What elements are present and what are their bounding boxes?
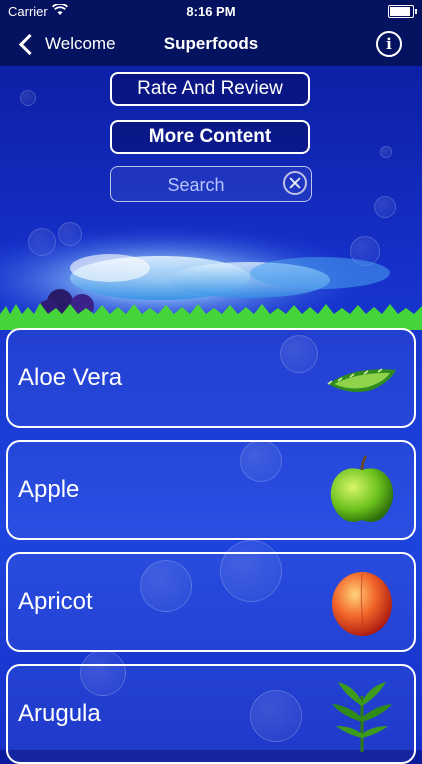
rate-and-review-button[interactable]: Rate And Review <box>110 72 310 106</box>
info-button[interactable]: i <box>376 31 402 57</box>
clock-time: 8:16 PM <box>186 3 236 19</box>
clear-search-icon[interactable] <box>283 171 307 195</box>
bubble-decoration <box>374 196 396 218</box>
list-item[interactable]: Aloe Vera <box>6 328 416 428</box>
apricot-icon <box>332 572 392 636</box>
list-item-label: Arugula <box>18 700 101 727</box>
bubble-decoration <box>380 146 392 158</box>
list-item[interactable]: Apple <box>6 440 416 540</box>
battery-icon <box>388 5 417 18</box>
list-item[interactable]: Arugula <box>6 664 416 764</box>
page-title: Superfoods <box>163 34 259 53</box>
navigation-bar: Welcome Superfoods i <box>0 22 422 66</box>
apple-icon <box>330 455 394 522</box>
arugula-icon <box>332 682 392 752</box>
list-item-label: Apple <box>18 476 80 503</box>
aloe-vera-icon <box>327 368 396 392</box>
list-item-label: Apricot <box>18 588 93 615</box>
banner-illustration <box>0 218 422 330</box>
search-input[interactable] <box>119 167 273 203</box>
list-item-label: Aloe Vera <box>18 364 123 391</box>
list-item[interactable]: Apricot <box>6 552 416 652</box>
more-content-button[interactable]: More Content <box>110 120 310 154</box>
status-bar: Carrier 8:16 PM <box>0 0 422 22</box>
search-field <box>110 166 312 203</box>
bubble-decoration <box>20 90 36 106</box>
